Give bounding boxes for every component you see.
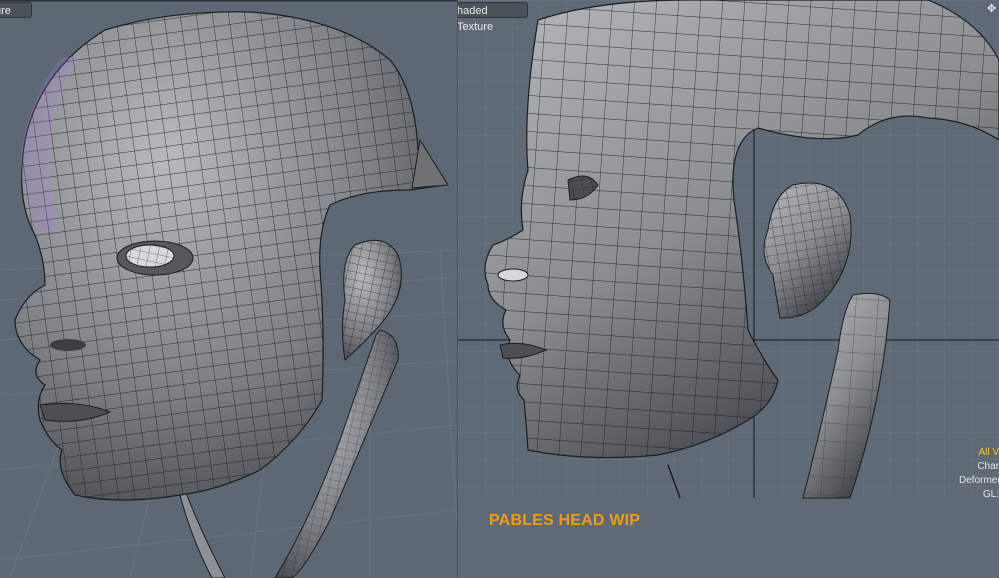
hud-all-label: All V bbox=[978, 447, 999, 458]
caption-title: PABLES HEAD WIP bbox=[489, 512, 641, 529]
move-cross-icon[interactable]: ✥ bbox=[987, 4, 997, 15]
hud-gl-label: GL: bbox=[982, 489, 999, 500]
right-mesh-render bbox=[458, 0, 999, 578]
viewport-right[interactable]: haded Texture ✥ All V Char Deformer GL: bbox=[458, 0, 999, 578]
left-mesh-render bbox=[0, 0, 458, 578]
viewport-tab-left[interactable]: ure bbox=[0, 2, 32, 18]
viewport-tab-right[interactable]: haded Texture bbox=[458, 2, 528, 33]
hud-deformer-label: Deformer bbox=[959, 475, 999, 486]
nostril-left bbox=[50, 339, 86, 351]
viewport-left[interactable]: ure bbox=[0, 0, 458, 578]
hud-char-label: Char bbox=[977, 461, 999, 472]
nostril-right bbox=[497, 268, 529, 282]
